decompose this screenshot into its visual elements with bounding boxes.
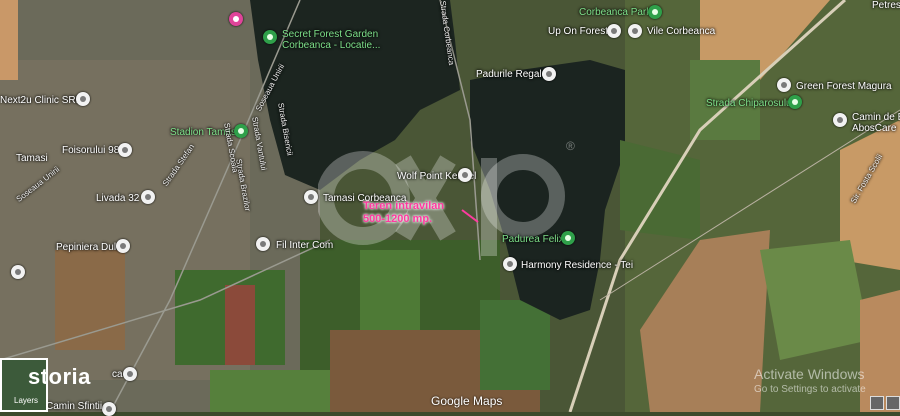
place-pin-icon[interactable] <box>777 78 791 92</box>
place-padurea-felix: Padurea Felix <box>502 234 564 245</box>
place-pin-icon[interactable] <box>304 190 318 204</box>
place-livada-32: Livada 32 <box>96 193 140 204</box>
place-petres: Petres <box>872 0 900 11</box>
activate-windows-watermark: Activate Windows Go to Settings to activ… <box>754 366 866 398</box>
registered-mark: ® <box>566 139 575 153</box>
place-secret-forest-garden: Secret Forest Garden <box>282 29 379 40</box>
place-fil-inter-com: Fil Inter Com <box>276 240 334 251</box>
place-vile-corbeanca: Vile Corbeanca <box>647 26 716 37</box>
place-pin-icon[interactable] <box>607 24 621 38</box>
park-pin-icon[interactable] <box>788 95 802 109</box>
place-pin-icon[interactable] <box>833 113 847 127</box>
place-pin-icon[interactable] <box>458 168 472 182</box>
place-pin-icon[interactable] <box>141 190 155 204</box>
place-harmony-residence: Harmony Residence - Tei <box>521 260 634 271</box>
park-pin-icon[interactable] <box>648 5 662 19</box>
place-pin-icon[interactable] <box>628 24 642 38</box>
place-pin-icon[interactable] <box>123 367 137 381</box>
place-strada-chiparosului: Strada Chiparosului <box>706 98 794 109</box>
place-tamasi: Tamasi <box>16 153 48 164</box>
park-pin-icon[interactable] <box>234 124 248 138</box>
place-pin-icon[interactable] <box>76 92 90 106</box>
place-pin-icon[interactable] <box>116 239 130 253</box>
place-camin-sfintii: Camin Sfintii <box>46 401 103 412</box>
google-maps-attribution: Google Maps <box>431 394 503 408</box>
place-next2u-clinic: Next2u Clinic SRL <box>0 95 82 106</box>
place-foisorului-98: Foisorului 98 <box>62 145 120 156</box>
listing-label[interactable]: Teren intravilan 500-1200 mp. <box>363 200 444 226</box>
place-corbeanca-park: Corbeanca Park <box>579 7 652 18</box>
park-pin-icon[interactable] <box>263 30 277 44</box>
place-pin-icon[interactable] <box>503 257 517 271</box>
activate-subtitle: Go to Settings to activate <box>754 384 866 395</box>
keyboard-shortcut-icon[interactable] <box>870 396 884 410</box>
listing-area: 500-1200 mp. <box>363 213 433 225</box>
map-data-icon[interactable] <box>886 396 900 410</box>
place-camin-de-batrani: Camin de Batrani <box>852 112 900 123</box>
storia-brand-logo: storia <box>28 364 91 389</box>
place-pin-icon[interactable] <box>118 143 132 157</box>
place-partial-ca: ca <box>112 369 123 380</box>
map-pin-icon[interactable] <box>229 12 243 26</box>
place-secret-forest-garden-line2: Corbeanca - Locatie... <box>282 40 381 51</box>
activate-title: Activate Windows <box>754 366 865 382</box>
place-green-forest-magura: Green Forest Magura <box>796 81 892 92</box>
place-camin-de-batrani-line2: AbosCare <box>852 123 897 134</box>
place-pin-icon[interactable] <box>256 237 270 251</box>
park-pin-icon[interactable] <box>561 231 575 245</box>
place-pin-icon[interactable] <box>542 67 556 81</box>
place-up-on-forest: Up On Forest <box>548 26 609 37</box>
layers-label: Layers <box>14 396 39 405</box>
place-pin-icon[interactable] <box>102 402 116 416</box>
place-padurile-regale: Padurile Regale <box>476 69 548 80</box>
listing-title: Teren intravilan <box>363 200 445 212</box>
place-pin-icon[interactable] <box>11 265 25 279</box>
